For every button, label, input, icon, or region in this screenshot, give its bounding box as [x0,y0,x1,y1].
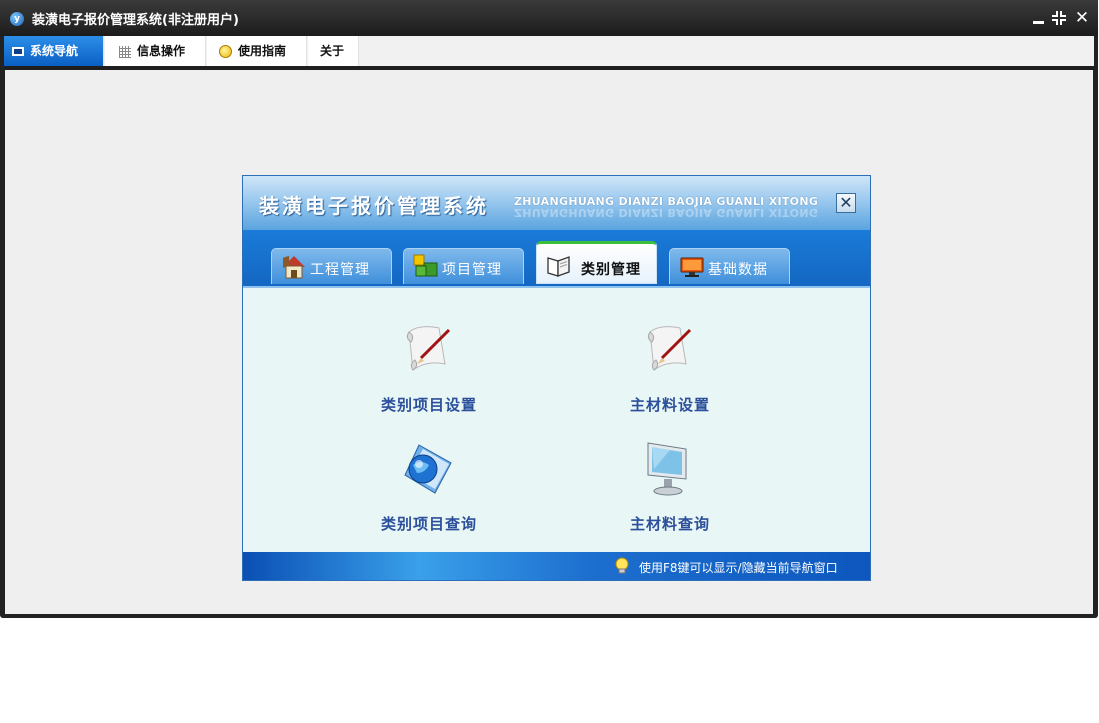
tile-main-material-settings[interactable]: 主材料设置 [590,320,750,420]
bulb-icon [219,45,232,58]
grid-icon [119,45,131,58]
tab-label: 基础数据 [708,262,768,278]
navigation-panel: 装潢电子报价管理系统 ZHUANGHUANG DIANZI BAOJIA GUA… [242,175,871,581]
tab-item-management[interactable]: 项目管理 [403,248,524,284]
tile-label: 类别项目查询 [380,515,477,533]
nav-tab-strip: 工程管理 项目管理 类别管理 基础数据 [243,230,870,288]
tab-project-management[interactable]: 工程管理 [271,248,392,284]
tile-category-item-settings[interactable]: 类别项目设置 [349,320,509,420]
tab-label: 工程管理 [310,262,370,278]
menu-bar: 系统导航 信息操作 使用指南 关于 [4,36,1094,70]
tile-label: 主材料设置 [629,396,710,414]
window-title: 装潢电子报价管理系统(非注册用户) [32,13,239,28]
footer-tip-text: 使用F8键可以显示/隐藏当前导航窗口 [639,561,838,575]
tab-label: 类别管理 [581,262,641,278]
tile-main-material-query[interactable]: 主材料查询 [590,439,750,539]
menu-item-label: 使用指南 [238,44,287,58]
nav-panel-title: 装潢电子报价管理系统 [259,194,489,218]
nav-panel-body: 类别项目设置 主材料设置 类别项目查询 主材料查询 [243,288,870,552]
restore-button[interactable] [1050,9,1068,27]
title-bar[interactable]: y 装潢电子报价管理系统(非注册用户) ✕ [0,0,1098,36]
tab-category-management[interactable]: 类别管理 [536,241,657,284]
display-icon [680,257,704,277]
nav-panel-close-button[interactable]: ✕ [836,193,856,213]
nav-panel-header: 装潢电子报价管理系统 ZHUANGHUANG DIANZI BAOJIA GUA… [243,176,870,230]
nav-panel-subtitle-reflection: ZHUANGHUANG DIANZI BAOJIA GUANLI XITONG [514,206,819,219]
globe-book-icon [404,444,452,494]
menu-item-info-ops[interactable]: 信息操作 [105,36,206,66]
scroll-pen-icon [647,326,692,371]
tile-label: 主材料查询 [629,515,710,533]
menu-item-label: 系统导航 [30,44,79,58]
tile-category-item-query[interactable]: 类别项目查询 [349,439,509,539]
menu-item-label: 信息操作 [137,44,186,58]
cubes-icon [413,254,438,277]
menu-item-about[interactable]: 关于 [308,36,359,66]
menu-item-system-nav[interactable]: 系统导航 [4,36,104,66]
tab-label: 项目管理 [442,262,502,278]
close-button[interactable]: ✕ [1073,9,1091,27]
tile-label: 类别项目设置 [380,396,477,414]
lcd-monitor-icon [647,442,687,496]
menu-item-label: 关于 [320,44,345,58]
menu-item-user-guide[interactable]: 使用指南 [207,36,307,66]
lightbulb-icon [615,557,629,574]
house-icon [283,255,305,279]
monitor-icon [12,47,24,56]
app-logo-icon: y [10,12,24,26]
tab-basic-data[interactable]: 基础数据 [669,248,790,284]
book-icon [547,256,570,277]
nav-panel-footer: 使用F8键可以显示/隐藏当前导航窗口 [243,552,870,580]
scroll-pen-icon [406,326,451,371]
minimize-button[interactable] [1030,9,1048,27]
